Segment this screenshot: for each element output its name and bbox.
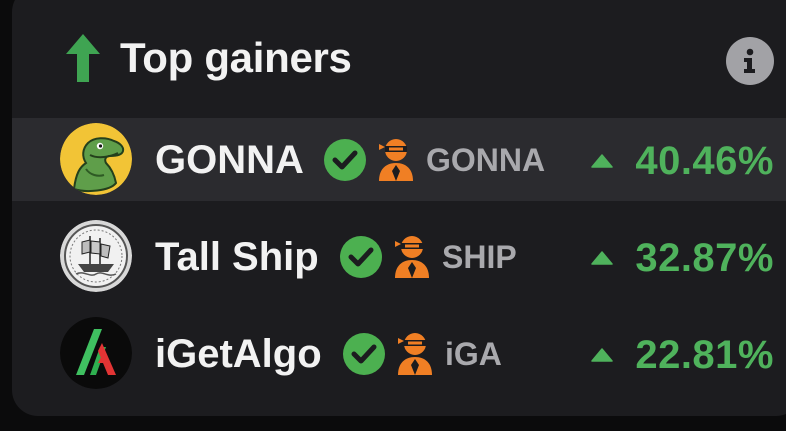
arrow-up-icon [66, 34, 100, 82]
token-name: Tall Ship [155, 235, 319, 279]
verified-icon [343, 333, 385, 375]
panel-header: Top gainers [12, 0, 786, 117]
verified-icon [340, 236, 382, 278]
info-button[interactable] [726, 37, 774, 85]
triangle-up-icon [591, 348, 613, 362]
gainer-row-gonna[interactable]: GONNA GONNA 40.46% [12, 118, 786, 201]
info-icon [744, 48, 755, 73]
ninja-creator-icon [398, 333, 432, 375]
ninja-creator-icon [379, 139, 413, 181]
ninja-creator-icon [395, 236, 429, 278]
token-symbol: iGA [445, 336, 502, 372]
token-symbol: SHIP [442, 239, 517, 275]
percent-change: 32.87% [635, 236, 774, 280]
token-name: GONNA [155, 138, 304, 182]
token-avatar-tall-ship [60, 220, 132, 292]
gainer-row-igetalgo[interactable]: iGetAlgo iGA 22.81% [12, 312, 786, 395]
gainer-row-tall-ship[interactable]: Tall Ship SHIP 32.87% [12, 215, 786, 298]
triangle-up-icon [591, 154, 613, 168]
verified-icon [324, 139, 366, 181]
token-avatar-igetalgo [60, 317, 132, 389]
top-gainers-panel: Top gainers GONNA GONNA 40.46% Tall Ship… [12, 0, 786, 416]
percent-change: 22.81% [635, 333, 774, 377]
percent-change: 40.46% [635, 139, 774, 183]
panel-title: Top gainers [120, 34, 352, 81]
token-avatar-gonna [60, 123, 132, 195]
token-name: iGetAlgo [155, 332, 322, 376]
triangle-up-icon [591, 251, 613, 265]
token-symbol: GONNA [426, 142, 546, 178]
